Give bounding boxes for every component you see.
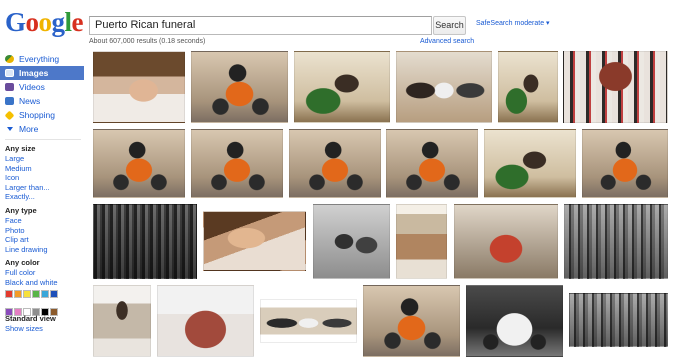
image-result-standing-man-3[interactable] xyxy=(93,285,151,357)
sidebar-item-shopping[interactable]: Shopping xyxy=(0,108,84,122)
color-swatch-green[interactable] xyxy=(32,290,40,298)
image-result-casket[interactable] xyxy=(157,285,254,357)
size-option-large[interactable]: Large xyxy=(5,154,85,164)
color-option-black-and-white[interactable]: Black and white xyxy=(5,278,85,288)
size-filter-title: Any size xyxy=(5,144,36,153)
chevron-down-icon xyxy=(7,127,13,131)
image-result-hearse-car[interactable] xyxy=(466,285,563,357)
search-input[interactable]: Puerto Rican funeral xyxy=(89,16,432,35)
image-result-cuba-man[interactable] xyxy=(454,204,558,279)
sidebar-item-everything[interactable]: Everything xyxy=(0,52,84,66)
image-result-standing-man-2[interactable] xyxy=(484,129,576,198)
image-result-motorcycle[interactable] xyxy=(191,51,288,123)
image-result-motorcycle-4[interactable] xyxy=(289,129,381,198)
image-result-trio[interactable] xyxy=(260,299,357,343)
type-filter-title: Any type xyxy=(5,206,37,215)
color-swatch-red[interactable] xyxy=(5,290,13,298)
color-option-full-color[interactable]: Full color xyxy=(5,268,85,278)
image-result-procession[interactable] xyxy=(563,51,668,123)
size-option-exactly[interactable]: Exactly... xyxy=(5,192,85,202)
sidebar-item-label: Videos xyxy=(19,82,45,92)
logo-letter: l xyxy=(64,7,73,37)
color-swatch-blue[interactable] xyxy=(50,290,58,298)
show-sizes-link[interactable]: Show sizes xyxy=(5,324,85,334)
size-option-icon[interactable]: Icon xyxy=(5,173,85,183)
logo-letter: G xyxy=(5,7,26,37)
type-option-face[interactable]: Face xyxy=(5,216,85,226)
sidebar-item-label: Shopping xyxy=(19,110,55,120)
everything-icon xyxy=(5,55,14,63)
image-result-card[interactable] xyxy=(396,204,447,279)
sidebar-item-videos[interactable]: Videos xyxy=(0,80,84,94)
google-logo[interactable]: Google xyxy=(5,7,84,37)
image-result-motorcycle-5[interactable] xyxy=(386,129,478,198)
sidebar-item-images[interactable]: Images xyxy=(0,66,84,80)
color-filter-title: Any color xyxy=(5,258,40,267)
sidebar-item-label: Everything xyxy=(19,54,60,64)
image-result-motorcycle-6[interactable] xyxy=(582,129,668,198)
sidebar-item-label: More xyxy=(19,124,39,134)
logo-letter: g xyxy=(51,7,66,37)
image-result-standing-man[interactable] xyxy=(498,51,558,123)
logo-letter: o xyxy=(38,7,53,37)
size-option-medium[interactable]: Medium xyxy=(5,164,85,174)
image-result-motorcycle-3[interactable] xyxy=(191,129,283,198)
color-swatch-orange[interactable] xyxy=(14,290,22,298)
image-result-motorcycle-2[interactable] xyxy=(93,129,185,198)
image-result-bw-group[interactable] xyxy=(569,293,668,347)
shopping-icon xyxy=(4,110,15,121)
logo-letter: o xyxy=(25,7,40,37)
results-stats: About 607,000 results (0.18 seconds) xyxy=(89,38,206,45)
view-filter: Standard view Show sizes xyxy=(5,314,85,334)
type-filter: Any type Face Photo Clip art Line drawin… xyxy=(5,206,85,254)
image-result-cap-man[interactable] xyxy=(93,51,185,123)
color-filter: Any color Full color Black and white xyxy=(5,258,85,287)
advanced-search-link[interactable]: Advanced search xyxy=(420,38,474,45)
type-option-clip-art[interactable]: Clip art xyxy=(5,235,85,245)
color-swatch-yellow[interactable] xyxy=(23,290,31,298)
image-result-bw-street[interactable] xyxy=(313,204,390,279)
size-filter: Any size Large Medium Icon Larger than..… xyxy=(5,144,85,202)
safesearch-dropdown[interactable]: SafeSearch moderate ▾ xyxy=(476,19,550,27)
size-option-larger-than[interactable]: Larger than... xyxy=(5,183,85,193)
sidebar-nav: Everything Images Videos News Shopping M… xyxy=(0,52,84,136)
sidebar-item-news[interactable]: News xyxy=(0,94,84,108)
image-result-family[interactable] xyxy=(396,51,492,123)
divider xyxy=(5,139,81,140)
sidebar-item-label: Images xyxy=(19,68,49,78)
image-result-old-photo[interactable] xyxy=(93,204,197,279)
type-option-line-drawing[interactable]: Line drawing xyxy=(5,245,85,255)
search-button[interactable]: Search xyxy=(433,16,466,35)
image-result-memorial-room[interactable] xyxy=(294,51,390,123)
images-icon xyxy=(5,69,14,77)
sidebar-item-more[interactable]: More xyxy=(0,122,84,136)
sidebar-item-label: News xyxy=(19,96,41,106)
news-icon xyxy=(5,97,14,105)
logo-letter: e xyxy=(71,7,84,37)
videos-icon xyxy=(5,83,14,91)
view-filter-title: Standard view xyxy=(5,314,56,323)
type-option-photo[interactable]: Photo xyxy=(5,226,85,236)
image-result-bw-crowd[interactable] xyxy=(564,204,668,279)
color-swatch-teal[interactable] xyxy=(41,290,49,298)
image-result-cap-closeup[interactable] xyxy=(203,211,306,271)
image-result-motorcycle-7[interactable] xyxy=(363,285,460,357)
